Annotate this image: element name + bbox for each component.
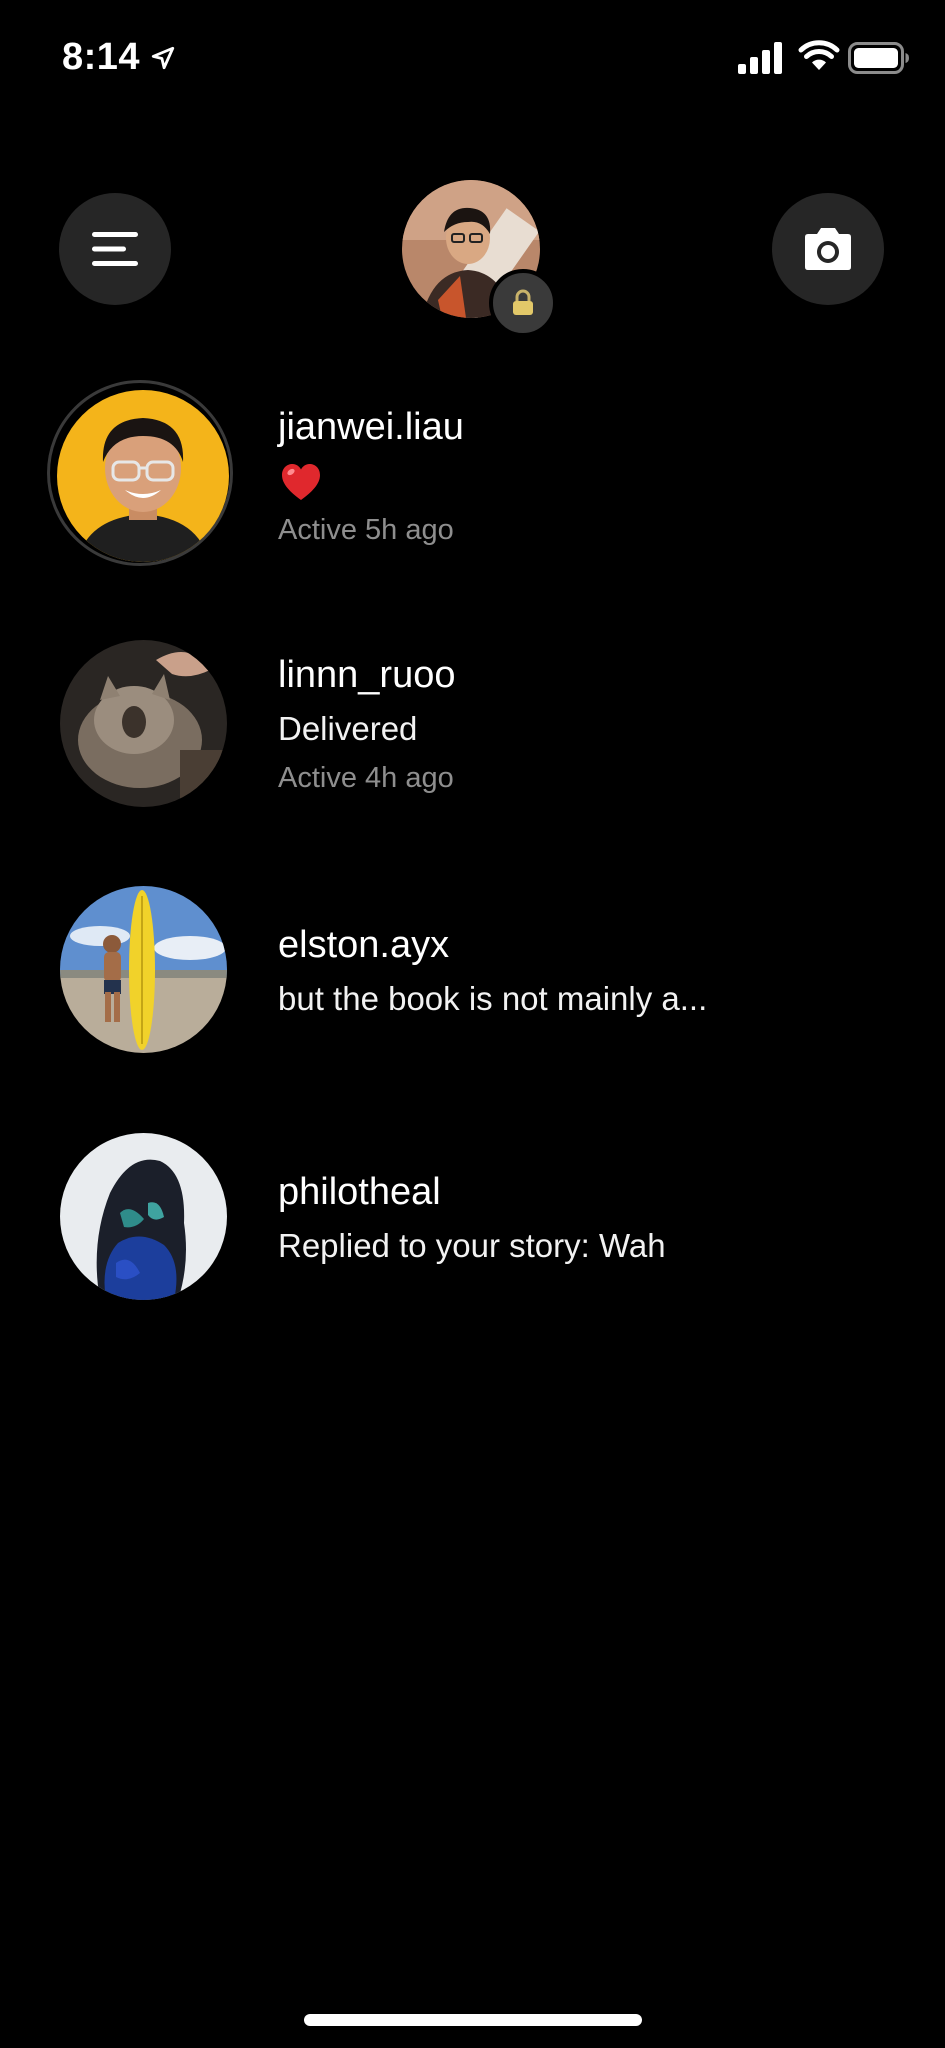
camera-icon — [805, 228, 851, 270]
location-arrow-icon — [151, 46, 175, 70]
thread-username: linnn_ruoo — [278, 654, 456, 696]
status-time: 8:14 — [62, 36, 141, 78]
thread-avatar[interactable] — [60, 1133, 227, 1300]
thread-item[interactable]: linnn_ruoo Delivered Active 4h ago — [0, 630, 945, 830]
thread-preview: Replied to your story: Wah — [278, 1227, 666, 1264]
heart-emoji-icon — [282, 464, 320, 500]
thread-username: elston.ayx — [278, 924, 450, 966]
avatar-photo — [57, 390, 229, 562]
avatar-photo — [60, 640, 227, 807]
home-indicator[interactable] — [304, 2014, 642, 2026]
avatar-photo — [60, 886, 227, 1053]
camera-button[interactable] — [772, 193, 884, 305]
hamburger-menu-icon — [92, 232, 138, 266]
menu-button[interactable] — [59, 193, 171, 305]
status-bar: 8:14 — [0, 0, 945, 116]
wifi-icon — [798, 40, 840, 70]
thread-avatar[interactable] — [60, 640, 227, 807]
battery-icon — [848, 42, 909, 74]
thread-active-status: Active 4h ago — [278, 762, 454, 794]
thread-preview: Delivered — [278, 710, 418, 747]
thread-active-status: Active 5h ago — [278, 514, 454, 546]
thread-item[interactable]: elston.ayx but the book is not mainly a.… — [0, 876, 945, 1076]
thread-username: philotheal — [278, 1171, 441, 1213]
thread-item[interactable]: philotheal Replied to your story: Wah — [0, 1123, 945, 1323]
thread-username: jianwei.liau — [278, 406, 464, 448]
thread-item[interactable]: jianwei.liau Active 5h ago — [0, 380, 945, 580]
avatar-photo — [60, 1133, 227, 1300]
lock-badge — [489, 269, 557, 337]
lock-icon — [513, 289, 533, 315]
signal-icon — [738, 42, 782, 74]
thread-avatar[interactable] — [57, 390, 229, 562]
thread-avatar[interactable] — [60, 886, 227, 1053]
thread-preview: but the book is not mainly a... — [278, 980, 708, 1017]
